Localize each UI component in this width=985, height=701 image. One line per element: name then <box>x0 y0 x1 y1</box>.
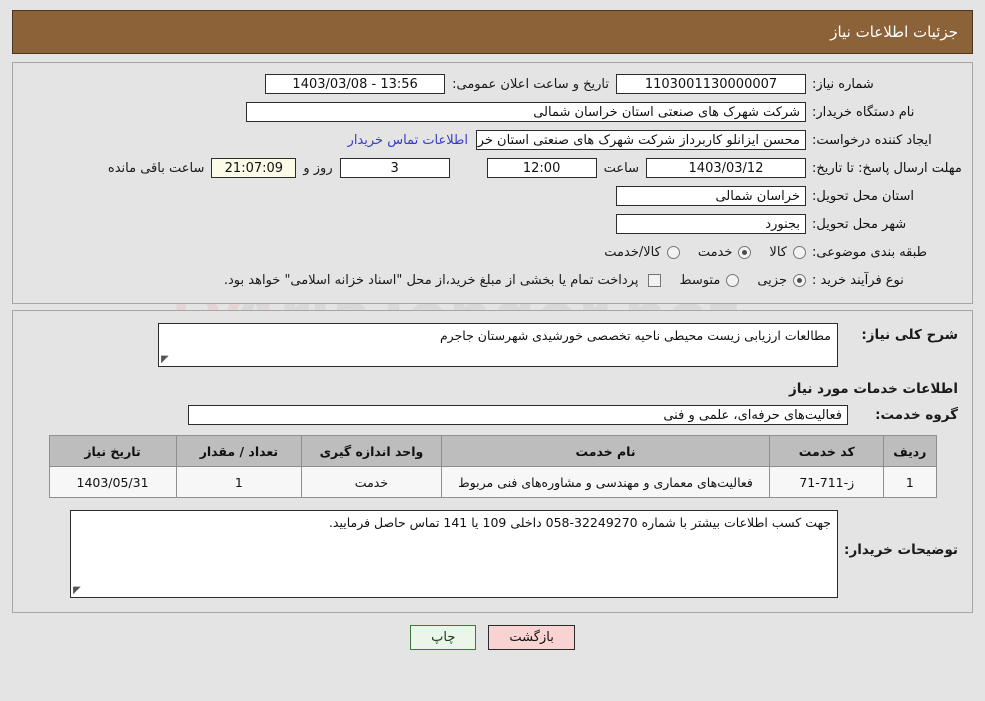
page-title-bar: جزئیات اطلاعات نیاز <box>12 10 973 54</box>
column-header-qty: تعداد / مقدار <box>175 435 303 467</box>
service-group-value: فعالیت‌های حرفه‌ای، علمی و فنی <box>188 405 848 425</box>
column-header-radif: ردیف <box>883 435 937 467</box>
countdown-timer-value: 21:07:09 <box>211 158 297 178</box>
radio-icon[interactable] <box>738 245 752 259</box>
cell-unit: خدمت <box>301 466 442 498</box>
process-option-minor-label: جزیی <box>757 272 787 288</box>
cell-code: ز-711-71 <box>769 466 885 498</box>
process-label: نوع فرآیند خرید : <box>812 272 904 288</box>
creator-value: محسن ایزانلو کاربرداز شرکت شهرک های صنعت… <box>476 130 806 150</box>
resize-grip-icon[interactable]: ◥ <box>73 585 83 596</box>
province-label: استان محل تحویل: <box>812 188 914 204</box>
deadline-label: مهلت ارسال پاسخ: تا تاریخ: <box>812 160 962 176</box>
radio-icon[interactable] <box>793 273 806 287</box>
creator-row: ایجاد کننده درخواست: محسن ایزانلو کاربرد… <box>23 127 962 153</box>
treasury-bond-note: پرداخت تمام یا بخشی از مبلغ خرید،از محل … <box>223 272 639 288</box>
cell-radif: 1 <box>883 466 937 498</box>
process-row: نوع فرآیند خرید : جزیی متوسط پرداخت تمام… <box>23 267 962 293</box>
buyer-contact-link[interactable]: اطلاعات تماس خریدار <box>340 133 476 148</box>
deadline-row: مهلت ارسال پاسخ: تا تاریخ: 1403/03/12 سا… <box>23 155 962 181</box>
need-info-panel: شماره نیاز: 1103001130000007 تاریخ و ساع… <box>12 62 973 304</box>
deadline-hour-value: 12:00 <box>486 158 597 178</box>
checkbox-icon[interactable] <box>648 273 662 287</box>
column-header-name: نام خدمت <box>440 435 771 467</box>
process-option-minor[interactable]: جزیی <box>757 273 806 288</box>
province-row: استان محل تحویل: خراسان شمالی <box>23 183 962 209</box>
category-option-goods[interactable]: کالا <box>769 245 806 260</box>
cell-qty: 1 <box>175 466 303 498</box>
buyer-notes-textarea[interactable]: جهت کسب اطلاعات بیشتر با شماره 32249270-… <box>70 510 838 598</box>
buyer-org-value: شرکت شهرک های صنعتی استان خراسان شمالی <box>246 102 806 122</box>
service-group-row: گروه خدمت: فعالیت‌های حرفه‌ای، علمی و فن… <box>23 405 962 425</box>
description-textarea[interactable]: مطالعات ارزیابی زیست محیطی ناحیه تخصصی خ… <box>158 323 838 367</box>
page-root: جزئیات اطلاعات نیاز شماره نیاز: 11030011… <box>0 10 985 650</box>
city-row: شهر محل تحویل: بجنورد <box>23 211 962 237</box>
category-label: طبقه بندی موضوعی: <box>812 244 928 260</box>
category-option-goods-label: کالا <box>769 244 787 260</box>
buyer-org-row: نام دستگاه خریدار: شرکت شهرک های صنعتی ا… <box>23 99 962 125</box>
service-group-label: گروه خدمت: <box>875 407 958 423</box>
buyer-notes-row: توضیحات خریدار: جهت کسب اطلاعات بیشتر با… <box>23 510 962 598</box>
back-button[interactable]: بازگشت <box>488 625 575 650</box>
column-header-code: کد خدمت <box>769 435 885 467</box>
remaining-hours-label: ساعت باقی مانده <box>107 160 205 176</box>
description-label: شرح کلی نیاز: <box>861 327 958 343</box>
need-number-value: 1103001130000007 <box>616 74 806 94</box>
category-option-service[interactable]: خدمت <box>698 245 752 260</box>
category-option-goods-service[interactable]: کالا/خدمت <box>604 245 680 260</box>
province-value: خراسان شمالی <box>616 186 806 206</box>
page-title: جزئیات اطلاعات نیاز <box>830 23 958 41</box>
table-row: 1 ز-711-71 فعالیت‌های معماری و مهندسی و … <box>48 466 937 498</box>
details-panel: شرح کلی نیاز: مطالعات ارزیابی زیست محیطی… <box>12 310 973 613</box>
services-section-heading: اطلاعات خدمات مورد نیاز <box>788 381 958 397</box>
resize-grip-icon[interactable]: ◥ <box>161 354 171 365</box>
remaining-days-value: 3 <box>339 158 450 178</box>
column-header-unit: واحد اندازه گیری <box>301 435 442 467</box>
public-announce-label: تاریخ و ساعت اعلان عمومی: <box>452 76 609 92</box>
table-header-row: ردیف کد خدمت نام خدمت واحد اندازه گیری ت… <box>48 435 937 467</box>
description-row: شرح کلی نیاز: مطالعات ارزیابی زیست محیطی… <box>23 323 962 367</box>
hour-label: ساعت <box>603 160 639 176</box>
radio-icon[interactable] <box>793 245 806 259</box>
print-button[interactable]: چاپ <box>410 625 477 650</box>
deadline-date-value: 1403/03/12 <box>646 158 806 178</box>
buyer-notes-value: جهت کسب اطلاعات بیشتر با شماره 32249270-… <box>328 515 831 530</box>
radio-icon[interactable] <box>726 273 740 287</box>
need-number-row: شماره نیاز: 1103001130000007 تاریخ و ساع… <box>23 71 962 97</box>
description-value: مطالعات ارزیابی زیست محیطی ناحیه تخصصی خ… <box>439 328 831 343</box>
cell-date: 1403/05/31 <box>48 466 177 498</box>
column-header-date: تاریخ نیاز <box>48 435 177 467</box>
category-row: طبقه بندی موضوعی: کالا خدمت کالا/خدمت <box>23 239 962 265</box>
city-label: شهر محل تحویل: <box>812 216 907 232</box>
need-number-label: شماره نیاز: <box>812 76 874 92</box>
city-value: بجنورد <box>616 214 806 234</box>
public-announce-value: 13:56 - 1403/03/08 <box>265 74 446 94</box>
process-option-medium[interactable]: متوسط <box>679 272 740 288</box>
buyer-notes-label: توضیحات خریدار: <box>844 542 958 558</box>
treasury-bond-checkbox[interactable]: پرداخت تمام یا بخشی از مبلغ خرید،از محل … <box>224 273 662 288</box>
process-option-medium-label: متوسط <box>679 272 721 288</box>
cell-name: فعالیت‌های معماری و مهندسی و مشاوره‌های … <box>440 466 771 498</box>
creator-label: ایجاد کننده درخواست: <box>812 132 932 148</box>
radio-icon[interactable] <box>666 245 680 259</box>
buyer-org-label: نام دستگاه خریدار: <box>812 104 915 120</box>
category-option-goods-service-label: کالا/خدمت <box>604 244 661 260</box>
days-and-label: روز و <box>303 160 333 176</box>
category-option-service-label: خدمت <box>697 244 733 260</box>
services-table: ردیف کد خدمت نام خدمت واحد اندازه گیری ت… <box>48 435 937 498</box>
action-button-bar: بازگشت چاپ <box>0 625 985 650</box>
